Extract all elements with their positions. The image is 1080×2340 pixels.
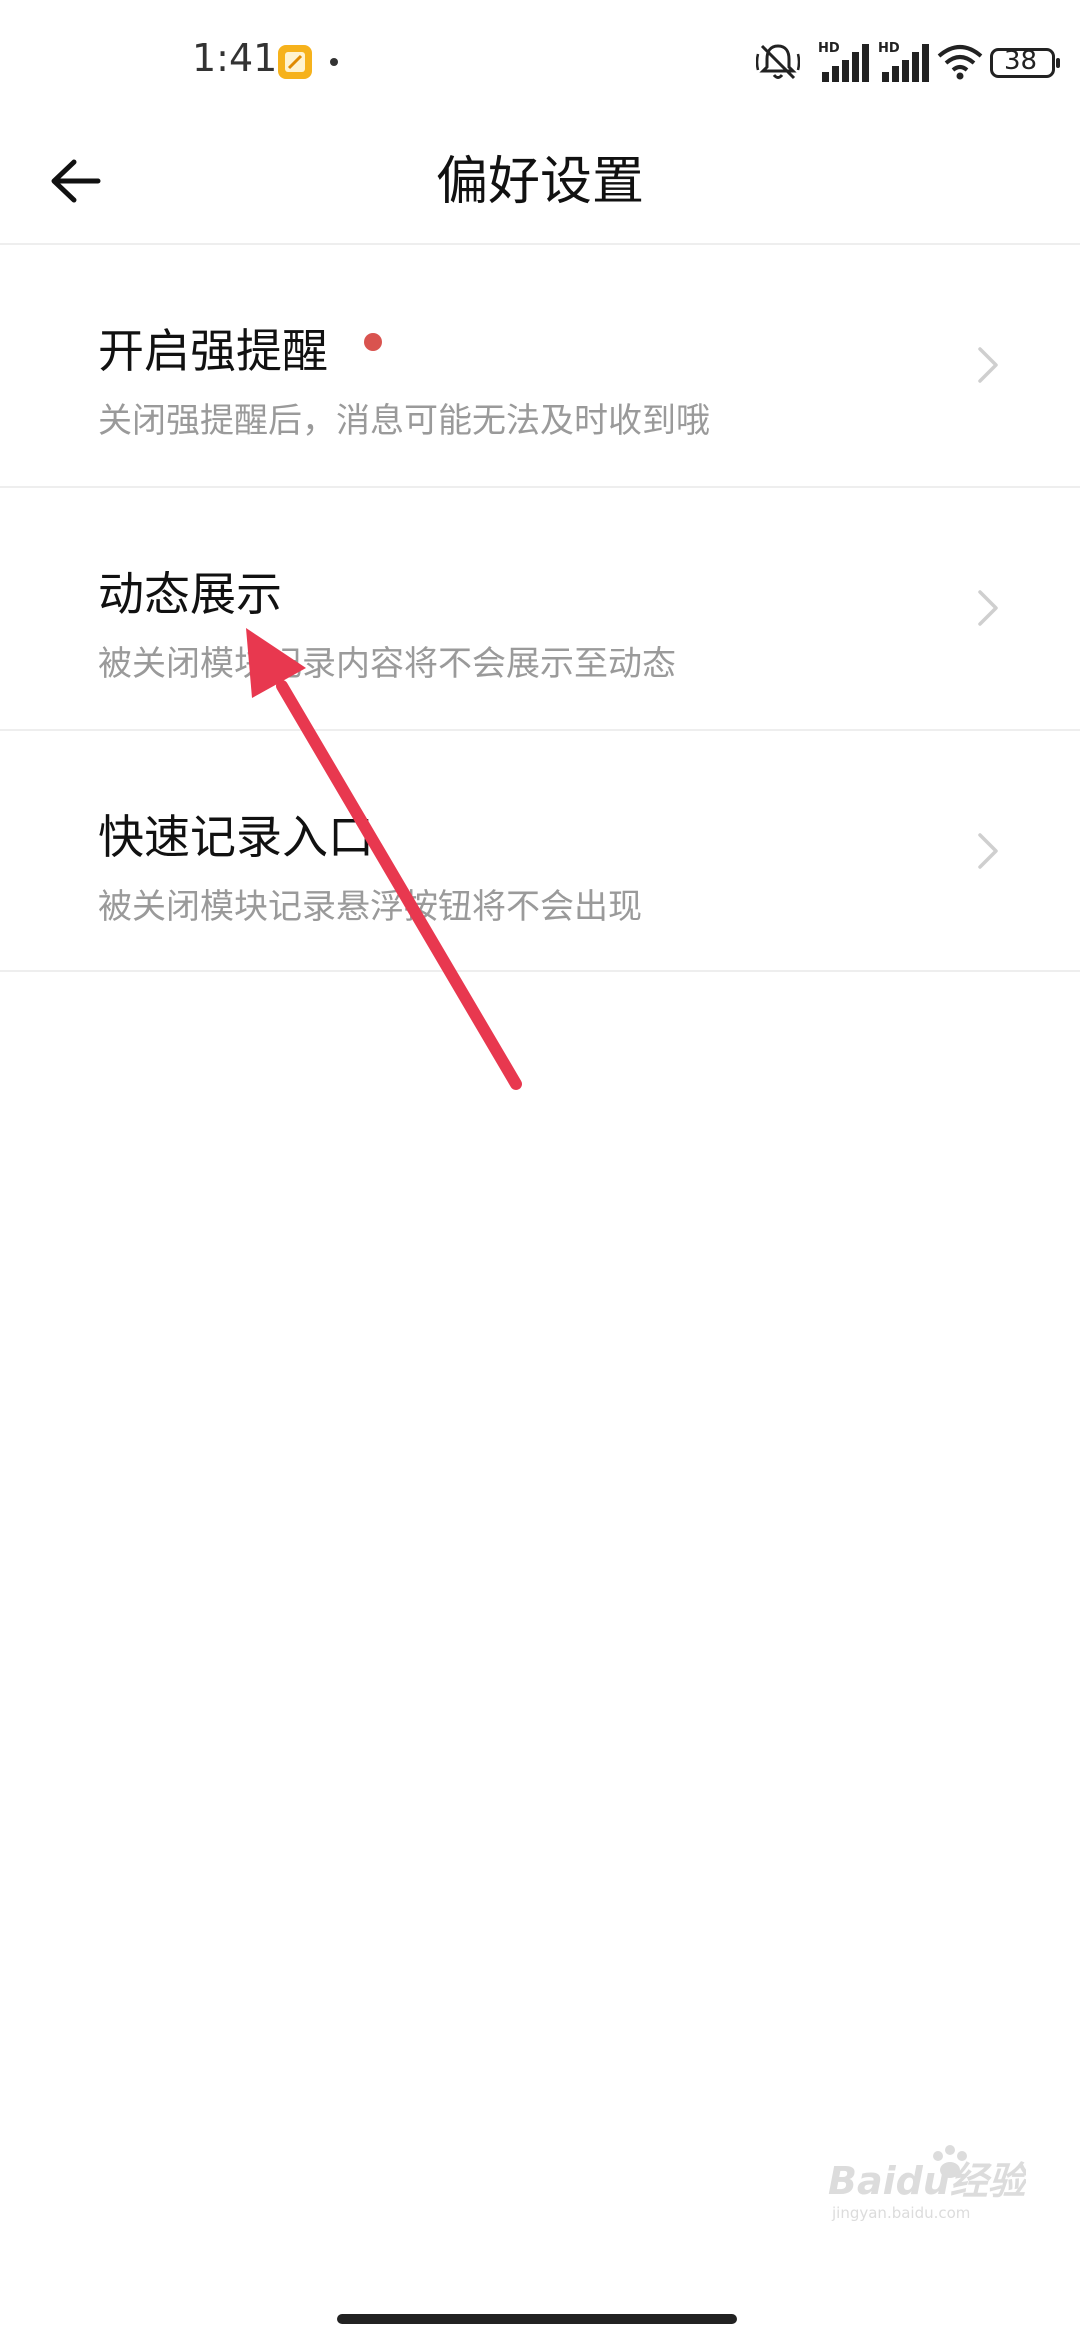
watermark-text: Baidu经验 <box>828 2159 1026 2203</box>
page-title: 偏好设置 <box>435 152 644 212</box>
home-indicator[interactable] <box>337 2314 737 2324</box>
top-bar: 偏好设置 <box>0 120 1080 244</box>
setting-title: 开启强提醒 <box>98 324 328 378</box>
baidu-jingyan-watermark: Baidu经验 jingyan.baidu.com <box>828 2145 1026 2222</box>
setting-quick-record-entry[interactable]: 快速记录入口 被关闭模块记录悬浮按钮将不会出现 <box>0 731 1080 971</box>
hd-label: HD <box>878 41 900 56</box>
new-badge-dot <box>364 333 382 351</box>
setting-description: 关闭强提醒后，消息可能无法及时收到哦 <box>98 401 710 441</box>
bell-off-icon <box>756 44 800 80</box>
setting-dynamic-display[interactable]: 动态展示 被关闭模块记录内容将不会展示至动态 <box>0 488 1080 728</box>
hd-signal-icon: HD <box>878 41 929 82</box>
hd-signal-icon: HD <box>818 41 869 82</box>
status-bar: 1:41 HD HD 38 <box>0 0 1080 120</box>
chevron-right-icon <box>978 590 998 626</box>
notification-dot <box>330 58 338 66</box>
notes-app-icon <box>278 45 312 79</box>
battery-level: 38 <box>1004 46 1038 76</box>
setting-description: 被关闭模块记录内容将不会展示至动态 <box>98 644 676 684</box>
divider <box>0 970 1080 972</box>
chevron-right-icon <box>978 833 998 869</box>
setting-title: 快速记录入口 <box>98 810 374 864</box>
setting-title: 动态展示 <box>98 567 282 621</box>
hd-label: HD <box>818 41 840 56</box>
setting-description: 被关闭模块记录悬浮按钮将不会出现 <box>98 887 642 927</box>
watermark-subtext: jingyan.baidu.com <box>831 2204 970 2222</box>
wifi-icon <box>937 45 983 80</box>
setting-strong-reminder[interactable]: 开启强提醒 关闭强提醒后，消息可能无法及时收到哦 <box>0 245 1080 485</box>
status-time: 1:41 <box>192 36 278 80</box>
chevron-right-icon <box>978 347 998 383</box>
